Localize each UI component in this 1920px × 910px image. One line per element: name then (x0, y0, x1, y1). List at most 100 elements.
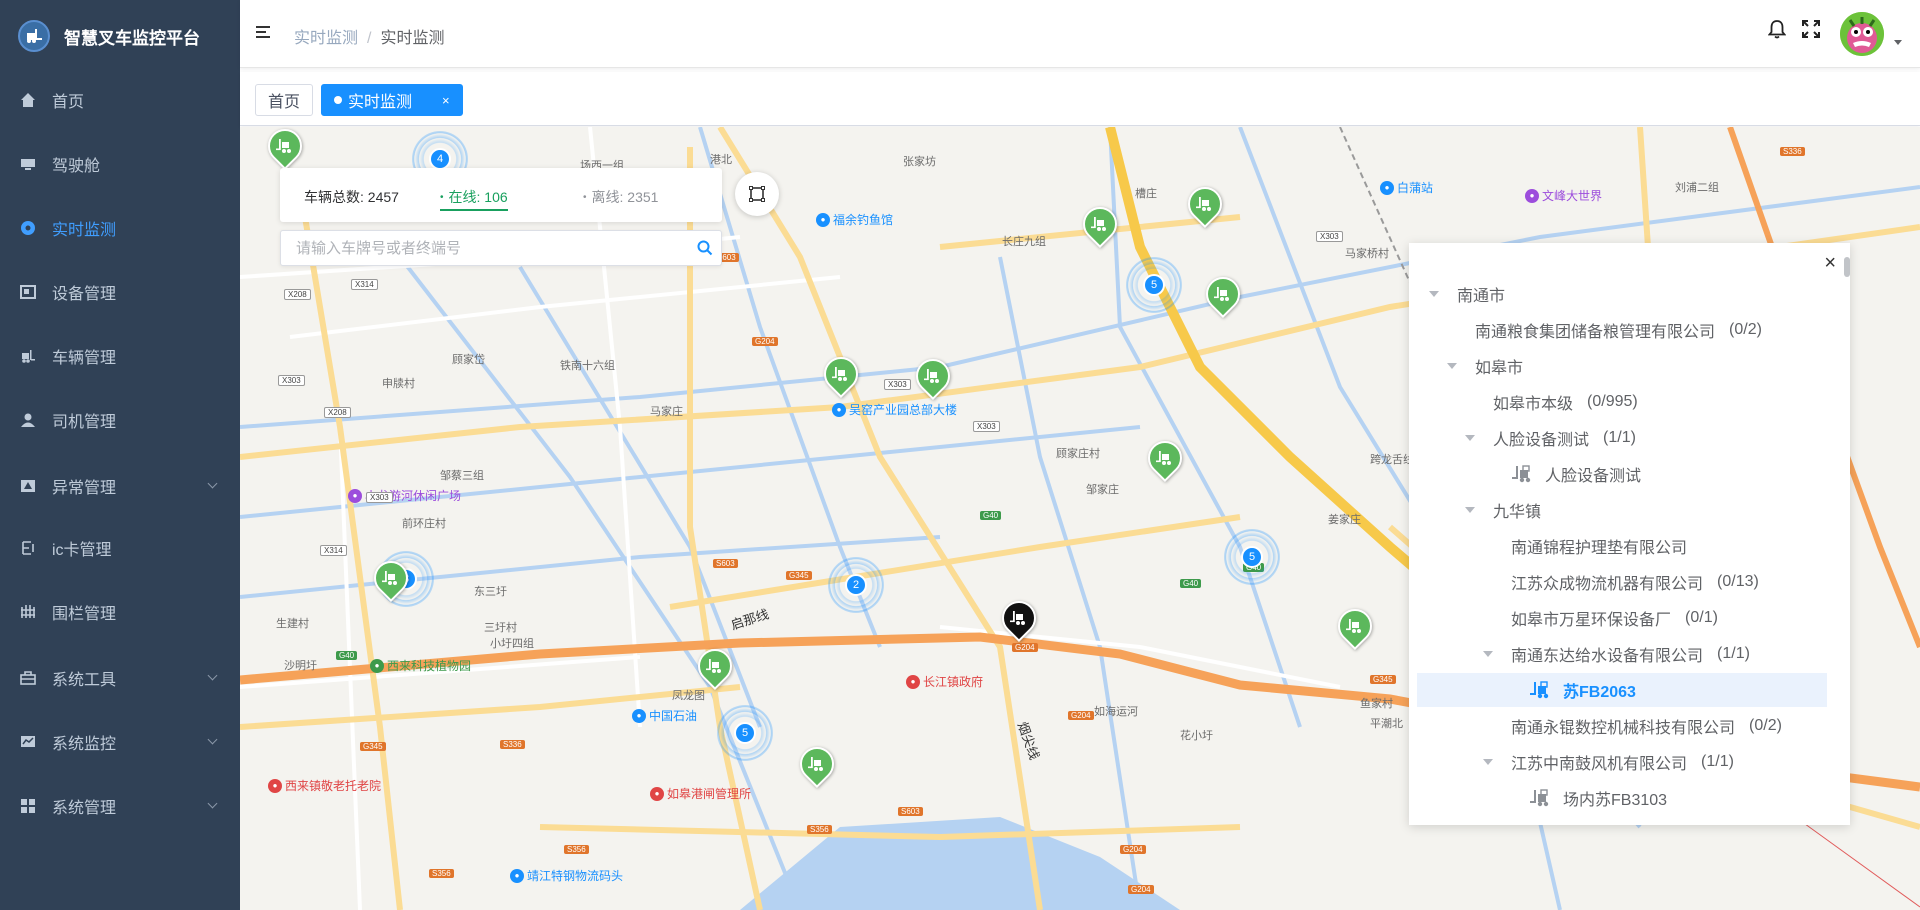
vehicle-cluster[interactable]: 2 (828, 557, 884, 613)
tag-realtime-monitor[interactable]: 实时监测 × (321, 84, 463, 116)
online-vehicle-marker[interactable] (792, 739, 842, 789)
map-poi[interactable]: ● 西来科技植物园 (370, 657, 471, 674)
online-count: 在线: 106 (448, 189, 508, 205)
close-icon[interactable]: × (442, 93, 450, 108)
tree-vehicle-node[interactable]: 场内苏FB3103 (1417, 781, 1827, 815)
caret-down-icon[interactable] (1465, 507, 1475, 513)
logo-icon (18, 20, 50, 52)
sidebar-item[interactable]: 驾驶舱 (0, 136, 240, 192)
caret-down-icon[interactable] (1429, 291, 1439, 297)
tree-node[interactable]: 九华镇 (1417, 493, 1827, 527)
vehicle-search (280, 230, 722, 266)
sidebar-item-label: 实时监测 (52, 222, 117, 239)
tree-node[interactable]: 南通锦程护理垫有限公司 (1417, 529, 1827, 563)
fit-view-button[interactable] (735, 172, 779, 216)
tree-node[interactable]: 南通市 (1417, 277, 1827, 311)
tree-node[interactable]: 南通东达给水设备有限公司 (1/1) (1417, 637, 1827, 671)
caret-down-icon[interactable] (1447, 363, 1457, 369)
map-poi[interactable]: ● 如皋港闸管理所 (650, 785, 751, 802)
map-place-label: 槽庄 (1135, 188, 1157, 200)
vehicle-cluster[interactable]: 5 (717, 705, 773, 761)
tree-node-label: 南通永锟数控机械科技有限公司 (1511, 720, 1736, 737)
online-vehicle-marker[interactable] (908, 351, 958, 401)
online-vehicle-marker[interactable] (260, 127, 310, 171)
location-icon (20, 220, 36, 236)
map-poi[interactable]: ● 长江镇政府 (906, 673, 983, 690)
online-vehicle-marker[interactable] (690, 641, 740, 691)
scrollbar-thumb[interactable] (1844, 257, 1850, 277)
forklift-icon (1075, 199, 1125, 249)
road-shield: S356 (429, 869, 454, 878)
device-icon (20, 284, 36, 300)
map-poi[interactable]: ● 吴窑产业园总部大楼 (832, 401, 957, 418)
map-poi[interactable]: ● 靖江特钢物流码头 (510, 867, 623, 884)
fullscreen-icon[interactable] (1800, 18, 1822, 40)
tree-node[interactable]: 如皋市万星环保设备厂 (0/1) (1417, 601, 1827, 635)
online-vehicle-marker[interactable] (1198, 269, 1248, 319)
user-avatar[interactable] (1840, 12, 1884, 56)
sidebar-item[interactable]: 系统工具 (0, 650, 240, 706)
sidebar-item[interactable]: 系统管理 (0, 778, 240, 834)
poi-icon: ● (816, 212, 830, 227)
sidebar-item[interactable]: 车辆管理 (0, 328, 240, 384)
sidebar-item[interactable]: 实时监测 (0, 200, 240, 256)
sidebar-item[interactable]: 司机管理 (0, 392, 240, 448)
online-vehicle-marker[interactable] (816, 349, 866, 399)
search-input[interactable] (281, 231, 681, 265)
map-place-label: 顾家庄村 (1056, 448, 1100, 460)
bell-icon[interactable] (1766, 18, 1788, 40)
selected-vehicle-marker[interactable] (994, 593, 1044, 643)
online-vehicle-marker[interactable] (1330, 601, 1380, 651)
tag-home[interactable]: 首页 (255, 84, 314, 116)
sidebar-item-label: 围栏管理 (52, 606, 117, 623)
sidebar-item[interactable]: 异常管理 (0, 458, 240, 514)
tree-node[interactable]: 南通嘉爱运动用品有限公司(1/2) (1417, 817, 1827, 825)
forklift-icon (366, 553, 416, 603)
cluster-count: 4 (429, 148, 451, 170)
online-vehicle-marker[interactable] (366, 553, 416, 603)
online-filter[interactable]: • 在线: 106 (440, 187, 508, 211)
caret-down-icon[interactable] (1894, 40, 1902, 45)
map-place-label: 港北 (710, 154, 732, 166)
poi-icon: ● (268, 778, 282, 793)
tree-node[interactable]: 人脸设备测试 (1/1) (1417, 421, 1827, 455)
tree-node[interactable]: 如皋市 (1417, 349, 1827, 383)
vehicle-cluster[interactable]: 5 (1224, 529, 1280, 585)
vehicle-cluster[interactable]: 5 (1126, 257, 1182, 313)
tree-node[interactable]: 江苏中南鼓风机有限公司 (1/1) (1417, 745, 1827, 779)
tree-vehicle-node[interactable]: 人脸设备测试 (1417, 457, 1827, 491)
map-poi[interactable]: ● 福余钓鱼馆 (816, 211, 893, 228)
online-vehicle-marker[interactable] (1140, 433, 1190, 483)
tree-node[interactable]: 南通永锟数控机械科技有限公司 (0/2) (1417, 709, 1827, 743)
map-poi[interactable]: ● 小龙游河休闲广场 (348, 487, 461, 504)
close-icon[interactable]: × (1824, 253, 1836, 273)
tree-node[interactable]: 江苏众成物流机器有限公司 (0/13) (1417, 565, 1827, 599)
sidebar-item[interactable]: 系统监控 (0, 714, 240, 770)
search-icon[interactable] (697, 240, 713, 259)
caret-down-icon[interactable] (1483, 759, 1493, 765)
sidebar-item-label: 系统工具 (52, 672, 117, 689)
tree-node[interactable]: 如皋市本级 (0/995) (1417, 385, 1827, 419)
caret-down-icon[interactable] (1465, 435, 1475, 441)
breadcrumb-item[interactable]: 实时监测 (294, 30, 358, 47)
sidebar-item-label: 首页 (52, 94, 85, 111)
tree-vehicle-node[interactable]: 苏FB2063 (1417, 673, 1827, 707)
map-poi[interactable]: ● 中国石油 (632, 707, 697, 724)
map-poi[interactable]: ● 文峰大世界 (1525, 187, 1602, 204)
road-shield: X208 (324, 407, 351, 418)
sidebar-item[interactable]: 设备管理 (0, 264, 240, 320)
sidebar-item[interactable]: 首页 (0, 72, 240, 128)
map-poi[interactable]: ● 白蒲站 (1380, 179, 1433, 196)
online-vehicle-marker[interactable] (1075, 199, 1125, 249)
online-vehicle-marker[interactable] (1180, 179, 1230, 229)
offline-filter[interactable]: • 离线: 2351 (583, 187, 658, 207)
sidebar-item[interactable]: 围栏管理 (0, 584, 240, 640)
road-shield: G345 (786, 571, 812, 580)
hamburger-icon[interactable] (256, 26, 270, 38)
caret-down-icon[interactable] (1483, 651, 1493, 657)
map-poi[interactable]: ● 西来镇敬老托老院 (268, 777, 381, 794)
tree-node[interactable]: 南通粮食集团储备粮管理有限公司 (0/2) (1417, 313, 1827, 347)
road-shield: S356 (564, 845, 589, 854)
sidebar-item[interactable]: ic卡管理 (0, 520, 240, 576)
tree-node-label: 南通东达给水设备有限公司 (1511, 648, 1704, 665)
